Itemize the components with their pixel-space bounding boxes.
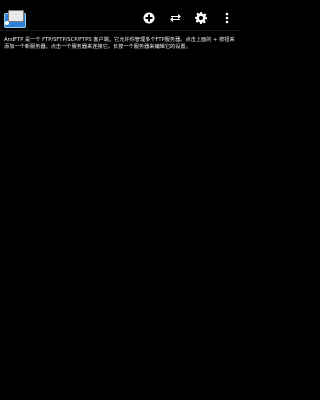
settings-button[interactable]	[188, 6, 214, 30]
action-bar	[0, 6, 240, 31]
add-icon	[143, 12, 155, 24]
gear-icon	[195, 12, 207, 24]
transfer-icon	[169, 14, 181, 22]
transfers-button[interactable]	[162, 6, 188, 30]
server-list-area[interactable]: AndFTP 是一个 FTP/SFTP/SCP/FTPS 客户端。它允许你管理多…	[0, 31, 240, 51]
overflow-menu-icon	[225, 12, 229, 24]
action-bar-actions	[136, 6, 240, 30]
overflow-menu-button[interactable]	[214, 6, 240, 30]
empty-list-help-text: AndFTP 是一个 FTP/SFTP/SCP/FTPS 客户端。它允许你管理多…	[4, 37, 235, 50]
andftp-logo-icon[interactable]	[3, 8, 27, 28]
add-server-button[interactable]	[136, 6, 162, 30]
